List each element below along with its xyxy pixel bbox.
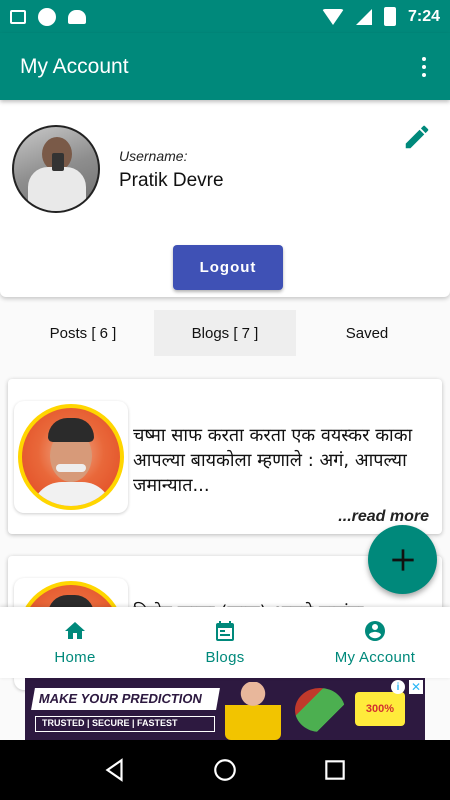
menu-dot <box>422 64 426 69</box>
menu-dot <box>422 56 426 61</box>
app-bar: My Account <box>0 33 450 100</box>
status-right-icons: 7:24 <box>321 7 440 26</box>
status-bar: 7:24 <box>0 0 450 33</box>
avatar-phone <box>52 153 64 171</box>
blog-author-thumbnail <box>18 404 124 510</box>
content-tabs: Posts [ 6 ] Blogs [ 7 ] Saved <box>12 310 438 356</box>
tab-blogs[interactable]: Blogs [ 7 ] <box>154 310 296 356</box>
nav-item-blogs[interactable]: Blogs <box>150 607 300 678</box>
home-circle-icon[interactable] <box>212 757 238 783</box>
more-vert-icon[interactable] <box>418 53 430 81</box>
tab-saved[interactable]: Saved <box>296 310 438 356</box>
pencil-icon[interactable] <box>402 122 432 152</box>
thumb-mustache <box>56 464 86 472</box>
blog-thumbnail-frame <box>14 401 128 513</box>
profile-card: Username: Pratik Devre Logout <box>0 100 450 297</box>
screen: 7:24 My Account Username: Pratik Devre L… <box>0 0 450 800</box>
back-icon[interactable] <box>102 757 128 783</box>
nav-item-my-account[interactable]: My Account <box>300 607 450 678</box>
add-blog-button[interactable] <box>368 525 437 594</box>
wifi-icon <box>321 8 344 25</box>
calendar-icon <box>216 621 234 641</box>
battery-icon <box>383 7 396 26</box>
thumb-shirt <box>32 482 112 506</box>
username-label: Username: <box>119 148 188 164</box>
ad-cricket-graphic <box>295 688 345 732</box>
nav-item-label: Home <box>54 649 96 666</box>
ad-banner[interactable]: MAKE YOUR PREDICTION TRUSTED | SECURE | … <box>25 678 425 740</box>
thumb-hair <box>48 418 94 442</box>
username-value: Pratik Devre <box>119 170 224 191</box>
signal-icon <box>355 8 372 25</box>
system-nav-bar <box>0 740 450 800</box>
avatar-body <box>28 167 86 211</box>
ad-close-icon[interactable]: ✕ <box>409 680 423 694</box>
android-icon <box>68 9 86 24</box>
plus-icon <box>391 548 414 571</box>
logout-button[interactable]: Logout <box>173 245 283 290</box>
account-circle-icon <box>365 621 385 641</box>
status-left-icons <box>10 7 86 26</box>
blog-excerpt: चष्मा साफ करता करता एक वयस्कर काका आपल्य… <box>133 425 413 496</box>
read-more-link[interactable]: ...read more <box>338 508 429 526</box>
bottom-nav: Home Blogs My Account <box>0 607 450 678</box>
recents-icon[interactable] <box>322 757 348 783</box>
avatar <box>12 125 100 213</box>
ad-subtitle: TRUSTED | SECURE | FASTEST <box>35 716 215 732</box>
ad-title: MAKE YOUR PREDICTION <box>31 688 220 710</box>
blog-card[interactable]: चष्मा साफ करता करता एक वयस्कर काका आपल्य… <box>8 379 442 534</box>
nav-item-label: Blogs <box>205 649 245 666</box>
ad-info-icon[interactable]: i <box>391 680 405 694</box>
status-time: 7:24 <box>407 7 440 25</box>
image-icon <box>10 9 26 24</box>
ad-player-image <box>225 682 281 740</box>
menu-dot <box>422 72 426 77</box>
home-icon <box>65 622 85 639</box>
tab-posts[interactable]: Posts [ 6 ] <box>12 310 154 356</box>
nav-item-home[interactable]: Home <box>0 607 150 678</box>
ad-badge: 300% <box>355 692 405 726</box>
page-title: My Account <box>20 54 129 78</box>
nav-item-label: My Account <box>334 649 416 666</box>
circle-icon <box>38 7 56 26</box>
